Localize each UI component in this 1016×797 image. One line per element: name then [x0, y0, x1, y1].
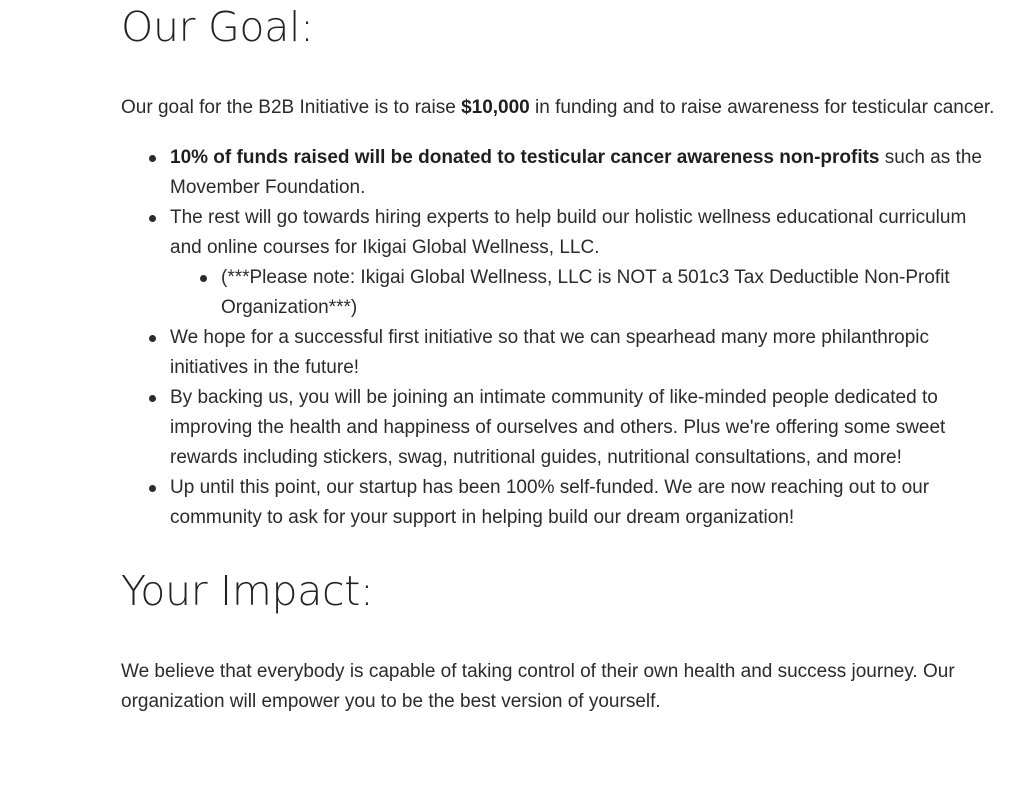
list-item-donation: 10% of funds raised will be donated to t… — [149, 143, 1001, 203]
article-content: Our Goal: Our goal for the B2B Initiativ… — [121, 0, 1001, 717]
goal-intro-paragraph: Our goal for the B2B Initiative is to ra… — [121, 93, 1001, 123]
impact-paragraph: We believe that everybody is capable of … — [121, 661, 955, 712]
hiring-text: The rest will go towards hiring experts … — [170, 207, 967, 258]
list-item-selffunded: Up until this point, our startup has bee… — [149, 473, 1001, 533]
funding-amount: $10,000 — [461, 97, 530, 118]
goal-intro-text-start: Our goal for the B2B Initiative is to ra… — [121, 97, 462, 118]
hiring-sub-list: (***Please note: Ikigai Global Wellness,… — [170, 263, 1001, 323]
list-item-hiring: The rest will go towards hiring experts … — [149, 203, 1001, 323]
donation-bold-text: 10% of funds raised will be donated to t… — [170, 147, 880, 168]
list-item-initiative: We hope for a successful first initiativ… — [149, 323, 1001, 383]
goal-bullet-list: 10% of funds raised will be donated to t… — [121, 143, 1001, 533]
goal-intro-text-end: in funding and to raise awareness for te… — [529, 97, 995, 118]
goal-heading: Our Goal: — [121, 3, 314, 51]
list-item-note: (***Please note: Ikigai Global Wellness,… — [200, 263, 1001, 323]
impact-heading: Your Impact: — [121, 567, 374, 615]
list-item-community: By backing us, you will be joining an in… — [149, 383, 1001, 473]
